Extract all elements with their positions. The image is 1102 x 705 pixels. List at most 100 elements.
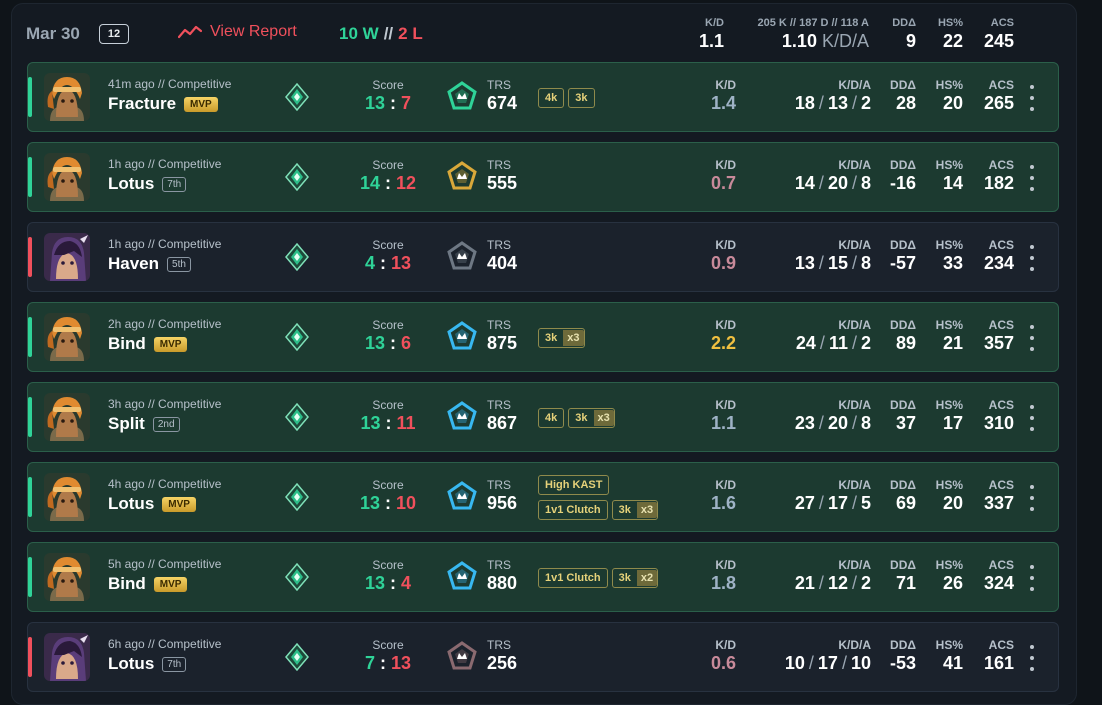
match-row[interactable]: 1h ago // Competitive Lotus 7th Score 14… xyxy=(27,142,1059,212)
assists: 8 xyxy=(860,173,871,193)
score-value: 4 : 13 xyxy=(348,253,428,274)
summary-kda-value: 1.10 K/D/A xyxy=(734,31,869,52)
match-row[interactable]: 5h ago // Competitive Bind MVP Score 13 … xyxy=(27,542,1059,612)
more-options-icon[interactable] xyxy=(1026,485,1038,511)
acs-block: ACS 161 xyxy=(977,638,1014,674)
match-row[interactable]: 2h ago // Competitive Bind MVP Score 13 … xyxy=(27,302,1059,372)
kda-block: K/D/A 21/12/2 xyxy=(768,558,871,594)
map-name: Lotus xyxy=(108,174,155,193)
kd-label: K/D xyxy=(715,638,736,652)
acs-value: 234 xyxy=(983,253,1014,273)
kd-label: K/D xyxy=(715,78,736,92)
map-line: Lotus 7th xyxy=(108,174,187,194)
hs-label: HS% xyxy=(935,478,963,492)
achievement-badge: 4k xyxy=(538,88,565,108)
kda-label: K/D/A xyxy=(838,478,871,492)
map-line: Lotus 7th xyxy=(108,654,187,674)
map-line: Split 2nd xyxy=(108,414,180,434)
assists: 8 xyxy=(860,253,871,273)
agent-avatar xyxy=(44,473,90,521)
agent-avatar xyxy=(44,553,90,601)
enemy-score: 7 xyxy=(401,93,412,113)
trs-block: TRS 674 xyxy=(487,78,517,114)
map-name: Split xyxy=(108,414,145,433)
score-value: 13 : 11 xyxy=(348,413,428,434)
summary-acs: ACS 245 xyxy=(977,17,1014,52)
kd-value: 1.8 xyxy=(710,573,736,593)
score-label: Score xyxy=(372,158,404,172)
match-row[interactable]: 3h ago // Competitive Split 2nd Score 13… xyxy=(27,382,1059,452)
wins-count: 10 W xyxy=(339,24,379,43)
kills: 27 xyxy=(794,493,815,513)
acs-block: ACS 310 xyxy=(977,398,1014,434)
summary-kd-value: 1.1 xyxy=(698,31,724,51)
enemy-score: 10 xyxy=(396,493,417,513)
match-row[interactable]: 4h ago // Competitive Lotus MVP Score 13… xyxy=(27,462,1059,532)
more-options-icon[interactable] xyxy=(1026,645,1038,671)
hs-block: HS% 17 xyxy=(926,398,963,434)
trs-tier-icon xyxy=(446,481,478,513)
more-options-icon[interactable] xyxy=(1026,165,1038,191)
more-options-icon[interactable] xyxy=(1026,85,1038,111)
match-row[interactable]: 6h ago // Competitive Lotus 7th Score 7 … xyxy=(27,622,1059,692)
hs-label: HS% xyxy=(935,558,963,572)
losses-count: 2 L xyxy=(398,24,423,43)
date-label: Mar 30 xyxy=(26,24,80,43)
summary-acs-value: 245 xyxy=(983,31,1014,51)
more-options-icon[interactable] xyxy=(1026,245,1038,271)
kda-value: 14/20/8 xyxy=(768,173,871,194)
rank-icon xyxy=(283,82,311,112)
match-time-mode: 5h ago // Competitive xyxy=(108,557,222,571)
acs-label: ACS xyxy=(988,478,1014,492)
deaths: 13 xyxy=(827,93,848,113)
map-name: Bind xyxy=(108,574,146,593)
achievement-badges: High KAST 1v1 Clutch 3k x3 xyxy=(538,475,659,520)
trs-label: TRS xyxy=(487,238,511,252)
match-row[interactable]: 1h ago // Competitive Haven 5th Score 4 … xyxy=(27,222,1059,292)
acs-block: ACS 182 xyxy=(977,158,1014,194)
kd-label: K/D xyxy=(715,398,736,412)
dd-label: DDΔ xyxy=(890,78,916,92)
dd-block: DDΔ -16 xyxy=(882,158,916,194)
trs-label: TRS xyxy=(487,398,511,412)
kd-label: K/D xyxy=(715,478,736,492)
kills: 13 xyxy=(794,253,815,273)
kda-block: K/D/A 23/20/8 xyxy=(768,398,871,434)
kills: 21 xyxy=(794,573,815,593)
more-options-icon[interactable] xyxy=(1026,565,1038,591)
view-report-label: View Report xyxy=(210,23,297,40)
kda-sep: / xyxy=(851,253,857,273)
trs-label: TRS xyxy=(487,558,511,572)
score-label: Score xyxy=(372,78,404,92)
more-options-icon[interactable] xyxy=(1026,325,1038,351)
dd-block: DDΔ 37 xyxy=(882,398,916,434)
kda-value: 27/17/5 xyxy=(768,493,871,514)
kd-label: K/D xyxy=(715,238,736,252)
achievement-badge: High KAST xyxy=(538,475,610,495)
badge-label: 3k xyxy=(575,92,588,104)
hs-label: HS% xyxy=(935,78,963,92)
trs-tier-icon xyxy=(446,321,478,353)
more-options-icon[interactable] xyxy=(1026,405,1038,431)
map-line: Lotus MVP xyxy=(108,494,196,514)
badge-row: 1v1 Clutch 3k x3 xyxy=(538,500,659,520)
match-row[interactable]: 41m ago // Competitive Fracture MVP Scor… xyxy=(27,62,1059,132)
view-report-button[interactable]: View Report xyxy=(178,23,297,41)
kda-sep: / xyxy=(818,493,824,513)
achievement-badge: 3k x2 xyxy=(611,568,659,588)
achievement-badge: 1v1 Clutch xyxy=(538,500,608,520)
trend-line-icon xyxy=(178,25,202,39)
acs-value: 265 xyxy=(983,93,1014,113)
kda-sep: / xyxy=(841,653,847,673)
kda-sep: / xyxy=(818,173,824,193)
hs-value: 26 xyxy=(942,573,963,593)
trs-tier-icon xyxy=(446,561,478,593)
score-separator: : xyxy=(385,493,391,513)
result-indicator xyxy=(28,637,32,677)
kda-label: K/D/A xyxy=(838,638,871,652)
kd-value: 2.2 xyxy=(710,333,736,353)
acs-block: ACS 234 xyxy=(977,238,1014,274)
badge-multiplier: x3 xyxy=(636,502,658,518)
trs-tier-icon xyxy=(446,161,478,193)
dd-block: DDΔ 71 xyxy=(882,558,916,594)
